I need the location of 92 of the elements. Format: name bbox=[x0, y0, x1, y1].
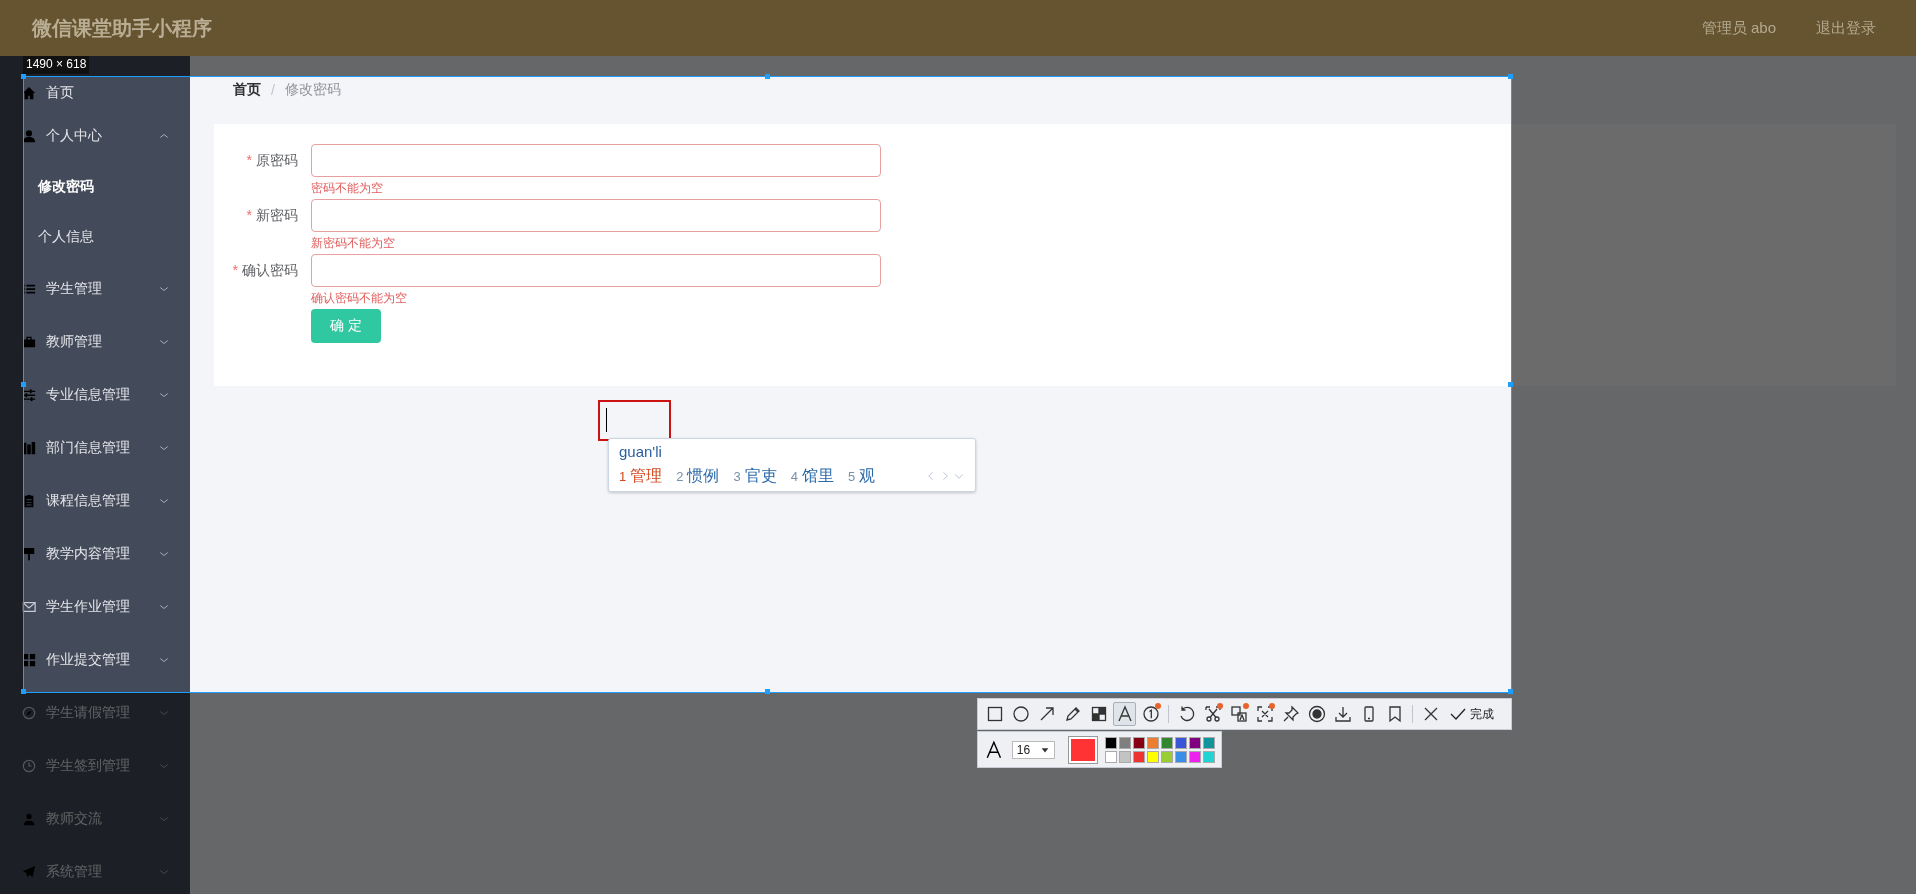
color-swatch[interactable] bbox=[1147, 736, 1159, 749]
required-mark: * bbox=[232, 262, 238, 278]
candidate-text: 观 bbox=[859, 465, 876, 486]
candidate-text: 管理 bbox=[630, 465, 663, 486]
required-mark: * bbox=[246, 207, 252, 223]
submenu-item[interactable]: 修改密码 bbox=[0, 162, 190, 212]
compass-icon bbox=[22, 705, 36, 720]
app-title: 微信课堂助手小程序 bbox=[32, 15, 212, 41]
ime-candidate[interactable]: 3 官吏 bbox=[733, 465, 777, 487]
font-size-dropdown[interactable]: 16 bbox=[1011, 740, 1056, 759]
record-icon bbox=[1307, 705, 1326, 723]
ime-candidate[interactable]: 4 馆里 bbox=[790, 465, 834, 487]
rectangle-icon bbox=[985, 705, 1004, 723]
breadcrumb-current: 修改密码 bbox=[284, 81, 341, 99]
color-swatch[interactable] bbox=[1147, 750, 1159, 763]
candidate-text: 惯例 bbox=[687, 465, 720, 486]
color-swatch[interactable] bbox=[1119, 750, 1131, 763]
sidebar-item[interactable]: 教师管理 bbox=[0, 315, 190, 368]
sidebar-item[interactable]: 个人中心 bbox=[0, 109, 190, 162]
download-icon bbox=[1333, 705, 1352, 723]
text-icon bbox=[984, 739, 1004, 760]
current-color-swatch[interactable] bbox=[1069, 736, 1097, 763]
color-swatch[interactable] bbox=[1105, 736, 1117, 749]
envelope-icon bbox=[22, 599, 36, 614]
done-button[interactable]: 完成 bbox=[1445, 702, 1498, 726]
breadcrumb-separator: / bbox=[271, 82, 275, 98]
text-tool-button[interactable] bbox=[1113, 702, 1136, 726]
sidebar-item[interactable]: 作业提交管理 bbox=[0, 633, 190, 686]
candidate-number: 5 bbox=[847, 468, 856, 484]
password-field[interactable] bbox=[311, 144, 881, 177]
color-swatch[interactable] bbox=[1133, 736, 1145, 749]
sidebar-item[interactable]: 学生作业管理 bbox=[0, 580, 190, 633]
person-icon bbox=[22, 811, 36, 826]
grid-icon bbox=[22, 652, 36, 667]
color-swatch[interactable] bbox=[1161, 750, 1173, 763]
sidebar-item[interactable]: 教学内容管理 bbox=[0, 527, 190, 580]
candidate-number: 4 bbox=[790, 468, 798, 484]
color-swatch[interactable] bbox=[1175, 750, 1187, 763]
error-message: 新密码不能为空 bbox=[311, 235, 396, 252]
text-icon bbox=[1115, 705, 1134, 723]
required-mark: * bbox=[246, 152, 252, 168]
ime-composition-text: guan'li bbox=[619, 442, 663, 462]
building-icon bbox=[22, 440, 36, 455]
field-label: 原密码 bbox=[256, 152, 298, 168]
error-message: 确认密码不能为空 bbox=[311, 290, 408, 307]
error-message: 密码不能为空 bbox=[311, 180, 384, 197]
pin-icon bbox=[1281, 705, 1300, 723]
user-name: 管理员 abo bbox=[1701, 18, 1776, 38]
ime-candidate[interactable]: 1 管理 bbox=[619, 465, 663, 487]
field-label: 确认密码 bbox=[242, 262, 298, 278]
field-label: 新密码 bbox=[256, 207, 298, 223]
briefcase-icon bbox=[22, 334, 36, 349]
sidebar-item[interactable]: 课程信息管理 bbox=[0, 474, 190, 527]
translate-icon bbox=[1229, 705, 1248, 723]
color-swatch[interactable] bbox=[1203, 750, 1215, 763]
clock-icon bbox=[22, 758, 36, 773]
sidebar-item[interactable]: 首页 bbox=[0, 77, 190, 109]
color-swatch[interactable] bbox=[1161, 736, 1173, 749]
selection-size-label: 1490 × 618 bbox=[23, 55, 90, 74]
ime-candidate[interactable]: 5 观 bbox=[847, 465, 876, 487]
text-recognition-icon bbox=[1255, 705, 1274, 723]
password-field[interactable] bbox=[311, 199, 881, 232]
sidebar-item[interactable]: 学生管理 bbox=[0, 262, 190, 315]
sidebar-item[interactable]: 专业信息管理 bbox=[0, 368, 190, 421]
candidate-number: 3 bbox=[733, 468, 741, 484]
circle-icon bbox=[1011, 705, 1030, 723]
color-swatch[interactable] bbox=[1119, 736, 1131, 749]
paper-plane-icon bbox=[22, 864, 36, 879]
sliders-icon bbox=[22, 387, 36, 402]
candidate-text: 馆里 bbox=[801, 465, 834, 486]
pencil-icon bbox=[1063, 705, 1082, 723]
sidebar-item[interactable]: 部门信息管理 bbox=[0, 421, 190, 474]
color-swatch[interactable] bbox=[1203, 736, 1215, 749]
color-swatch[interactable] bbox=[1189, 750, 1201, 763]
clipboard-icon bbox=[22, 493, 36, 508]
password-field[interactable] bbox=[311, 254, 881, 287]
scissors-icon bbox=[1203, 705, 1222, 723]
ime-candidate[interactable]: 2 惯例 bbox=[676, 465, 720, 487]
submenu-item[interactable]: 个人信息 bbox=[0, 212, 190, 262]
home-icon bbox=[22, 86, 36, 100]
person-icon bbox=[22, 128, 36, 143]
candidate-number: 1 bbox=[619, 468, 627, 484]
color-swatch[interactable] bbox=[1105, 750, 1117, 763]
color-swatch[interactable] bbox=[1133, 750, 1145, 763]
podium-icon bbox=[22, 546, 36, 561]
color-swatch[interactable] bbox=[1189, 736, 1201, 749]
candidate-text: 官吏 bbox=[744, 465, 777, 486]
numbered-marker-icon bbox=[1141, 705, 1160, 723]
color-swatch[interactable] bbox=[1175, 736, 1187, 749]
mosaic-icon bbox=[1089, 705, 1108, 723]
candidate-number: 2 bbox=[676, 468, 684, 484]
breadcrumb-link[interactable]: 首页 bbox=[233, 81, 261, 99]
